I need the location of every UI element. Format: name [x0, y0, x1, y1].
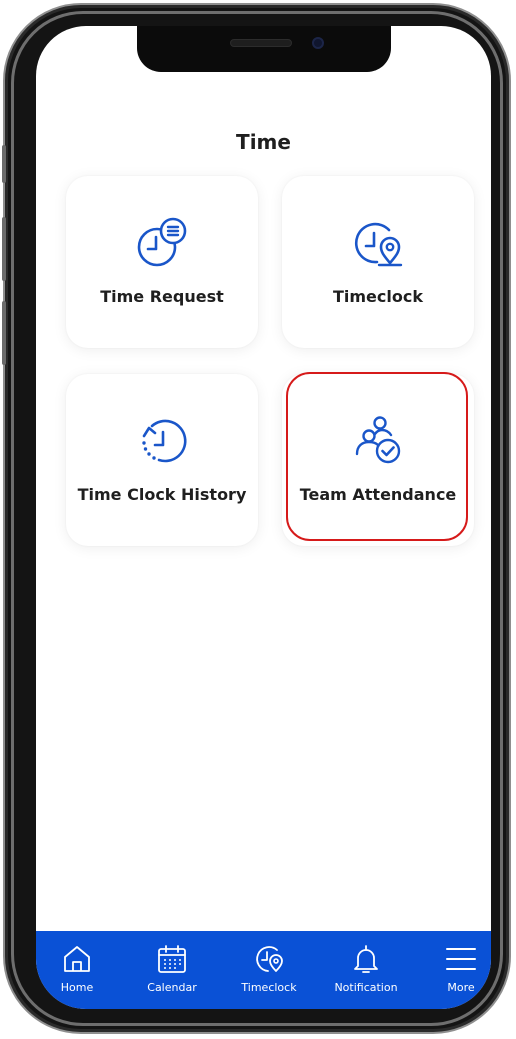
clock-history-icon	[142, 419, 187, 463]
tab-label: Home	[60, 981, 94, 994]
tab-label: Timeclock	[241, 981, 297, 994]
speaker-grille	[230, 39, 292, 47]
tab-label: Notification	[334, 981, 398, 994]
volume-down-button	[2, 301, 6, 365]
tab-calendar[interactable]: Calendar	[127, 931, 217, 1009]
tile-label: Team Attendance	[299, 485, 457, 504]
clock-location-icon	[354, 222, 403, 267]
menu-icon	[446, 948, 476, 970]
tile-time-clock-history[interactable]: Time Clock History	[66, 374, 258, 546]
tab-notification[interactable]: Notification	[321, 931, 411, 1009]
tab-timeclock[interactable]: Timeclock	[224, 931, 314, 1009]
tile-timeclock[interactable]: Timeclock	[282, 176, 474, 348]
silent-switch	[2, 145, 6, 183]
bottom-tab-bar: Home Calendar Timeclock Notification Mor…	[36, 931, 491, 1009]
tab-label: More	[447, 981, 475, 994]
tile-team-attendance[interactable]: Team Attendance	[282, 374, 474, 546]
bell-icon	[354, 945, 378, 973]
tile-label: Timeclock	[332, 287, 423, 306]
team-check-icon	[355, 416, 401, 464]
notch	[137, 26, 391, 72]
calendar-icon	[158, 945, 186, 973]
app-screen: Time Time Request Timeclock Time Clock H…	[36, 26, 491, 1009]
clock-list-icon	[137, 217, 187, 267]
home-icon	[64, 946, 90, 972]
tab-home[interactable]: Home	[36, 931, 122, 1009]
tile-label: Time Clock History	[77, 485, 247, 504]
page-title: Time	[236, 130, 291, 154]
front-camera	[312, 37, 324, 49]
tile-label: Time Request	[100, 287, 224, 306]
tile-time-request[interactable]: Time Request	[66, 176, 258, 348]
tab-label: Calendar	[147, 981, 197, 994]
tab-more[interactable]: More	[416, 931, 491, 1009]
volume-up-button	[2, 217, 6, 281]
clock-location-icon	[256, 946, 283, 972]
